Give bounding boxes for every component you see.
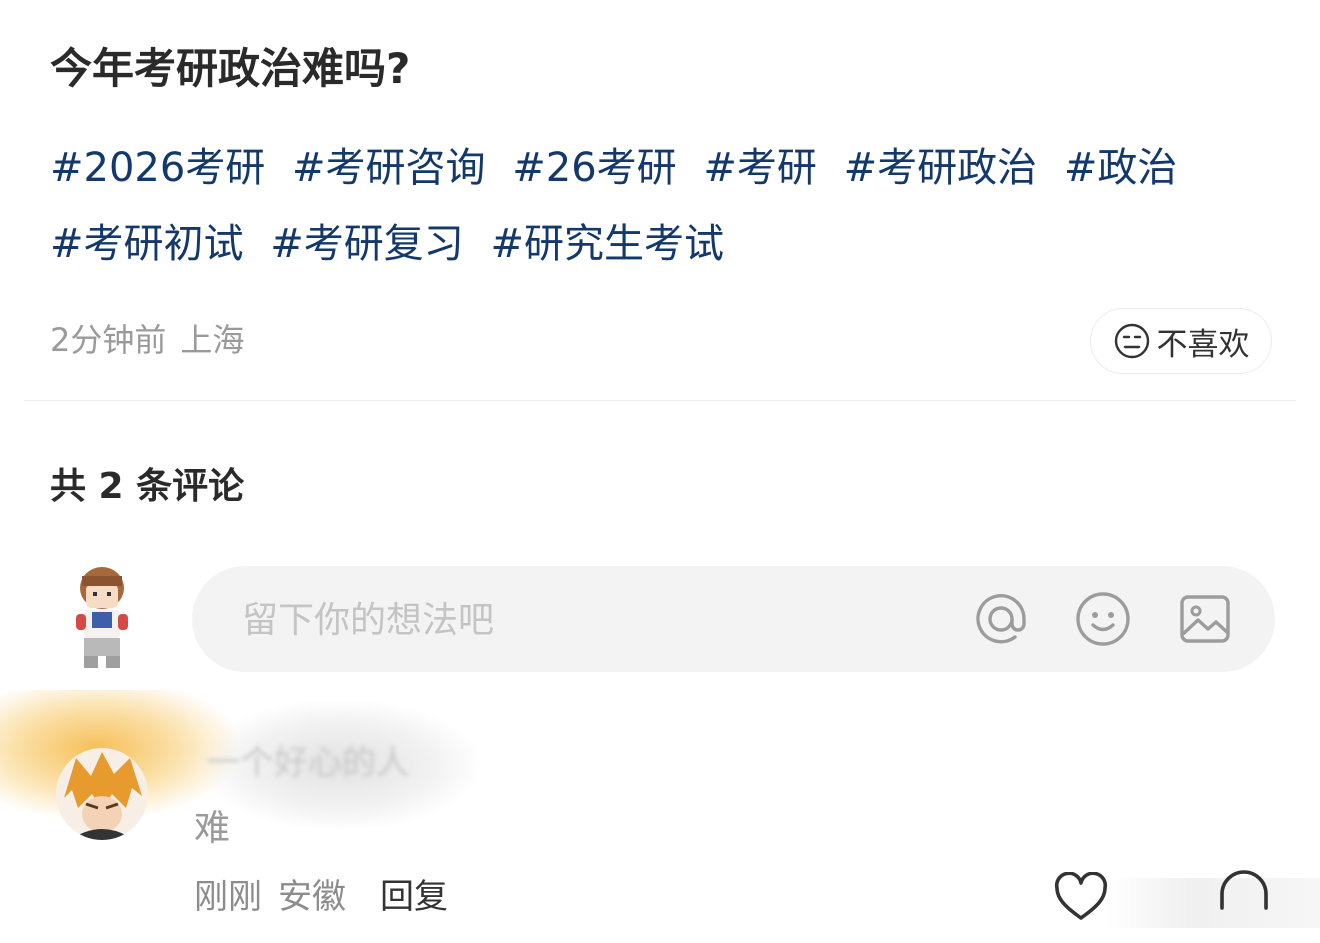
comment-meta: 刚刚 安徽 回复 [194, 872, 464, 922]
comment-time: 刚刚 [194, 877, 262, 917]
reply-button[interactable]: 回复 [380, 877, 448, 917]
tag-list: #2026考研 #考研咨询 #26考研 #考研 #考研政治 #政治 #考研初试 … [50, 130, 1280, 282]
dislike-button[interactable]: 不喜欢 [1090, 308, 1272, 374]
tag-kaoyan[interactable]: #考研 [703, 145, 817, 191]
post-meta: 2分钟前 上海 [50, 318, 258, 362]
tag-2026-kaoyan[interactable]: #2026考研 [50, 145, 265, 191]
comment-bubble-icon[interactable] [1218, 868, 1270, 924]
tag-kaoyan-initial-exam[interactable]: #考研初试 [50, 221, 244, 267]
tag-politics[interactable]: #政治 [1064, 145, 1178, 191]
tag-kaoyan-consult[interactable]: #考研咨询 [292, 145, 486, 191]
commenter-username[interactable]: 一个好心的人 [206, 738, 410, 788]
comment-count: 共 2 条评论 [50, 466, 245, 507]
dislike-label: 不喜欢 [1156, 326, 1250, 363]
at-icon[interactable] [972, 590, 1030, 648]
neutral-face-icon [1114, 323, 1149, 359]
post-title: 今年考研政治难吗? [50, 44, 411, 93]
heart-icon[interactable] [1054, 872, 1108, 922]
current-user-avatar[interactable] [62, 562, 142, 672]
tag-graduate-exam[interactable]: #研究生考试 [490, 221, 724, 267]
commenter-avatar[interactable] [56, 748, 148, 840]
tag-kaoyan-politics[interactable]: #考研政治 [844, 145, 1038, 191]
tag-kaoyan-review[interactable]: #考研复习 [270, 221, 464, 267]
emoji-icon[interactable] [1074, 590, 1132, 648]
post-location: 上海 [180, 321, 245, 359]
section-divider [24, 400, 1296, 401]
comment-text: 难 [194, 808, 231, 849]
blur-overlay [1106, 878, 1320, 928]
image-icon[interactable] [1176, 590, 1234, 648]
tag-26-kaoyan[interactable]: #26考研 [512, 145, 676, 191]
comment-input-bar[interactable] [192, 566, 1275, 674]
post-time: 2分钟前 [50, 321, 167, 359]
comment-location: 安徽 [278, 877, 346, 917]
comment-input[interactable] [240, 566, 924, 674]
